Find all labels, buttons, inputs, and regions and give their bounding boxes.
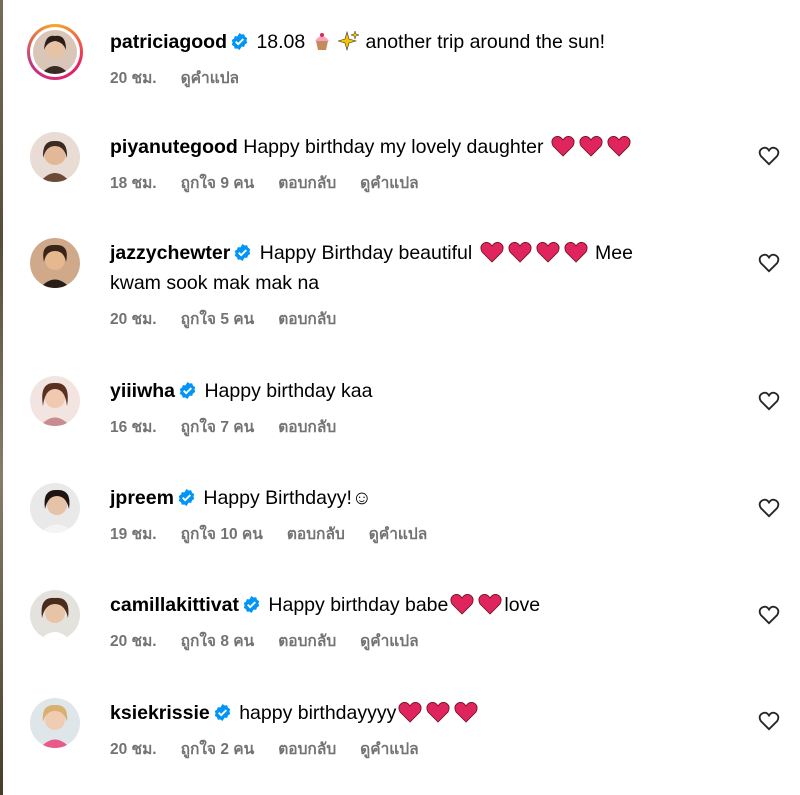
comment-text-after: love [504, 594, 541, 616]
reply-button[interactable]: ตอบกลับ [278, 311, 336, 328]
verified-badge-icon [214, 703, 230, 722]
red-heart-emoji-icon [579, 136, 603, 157]
verified-badge-icon [179, 381, 196, 400]
comment-time: 16 ชม. [110, 419, 157, 436]
translate-link[interactable]: ดูคำแปล [369, 526, 427, 543]
verified-badge-icon [178, 488, 195, 507]
comment-text-after: another trip around the sun! [365, 31, 606, 53]
reply-button[interactable]: ตอบกลับ [278, 741, 336, 758]
red-heart-emoji-icon [607, 136, 631, 157]
like-heart-icon[interactable] [758, 498, 780, 518]
username[interactable]: camillakittivat [110, 594, 239, 616]
translate-link[interactable]: ดูคำแปล [360, 741, 418, 758]
verified-badge-icon [235, 243, 251, 262]
username[interactable]: piyanutegood [110, 136, 238, 158]
comment-time: 20 ชม. [110, 741, 157, 758]
comment-text: Happy Birthdayy!☺ [203, 487, 372, 509]
sparkles-emoji-icon [338, 30, 360, 52]
red-heart-emoji-icon [551, 136, 575, 157]
translate-link[interactable]: ดูคำแปล [181, 70, 239, 87]
like-heart-icon[interactable] [758, 253, 780, 273]
like-heart-icon[interactable] [758, 391, 780, 411]
verified-badge-icon [231, 32, 248, 51]
avatar-jazzychewter[interactable] [30, 238, 80, 288]
avatar-camillakittivat[interactable] [30, 590, 80, 640]
comment-text: Happy birthday kaa [204, 380, 373, 402]
comment-time: 20 ชม. [110, 311, 157, 328]
avatar-piyanutegood[interactable] [30, 132, 80, 182]
cupcake-emoji-icon [314, 33, 329, 50]
reply-button[interactable]: ตอบกลับ [287, 526, 345, 543]
username[interactable]: jazzychewter [110, 242, 230, 264]
comment-time: 19 ชม. [110, 526, 157, 543]
comment-text-after: Mee [595, 242, 633, 264]
like-heart-icon[interactable] [758, 711, 780, 731]
red-heart-emoji-icon [398, 702, 422, 723]
likes-count[interactable]: ถูกใจ 2 คน [181, 741, 255, 758]
like-heart-icon[interactable] [758, 146, 780, 166]
red-heart-emoji-icon [454, 702, 478, 723]
red-heart-emoji-icon [536, 242, 560, 263]
comment-text: Happy birthday my lovely daughter [243, 136, 544, 158]
username[interactable]: jpreem [110, 487, 174, 509]
verified-badge-icon [243, 595, 260, 614]
red-heart-emoji-icon [450, 594, 474, 615]
comment-text: 18.08 [256, 31, 306, 53]
translate-link[interactable]: ดูคำแปล [360, 633, 418, 650]
comment-text: Happy Birthday beautiful [259, 242, 473, 264]
likes-count[interactable]: ถูกใจ 10 คน [181, 526, 263, 543]
username[interactable]: patriciagood [110, 31, 227, 53]
translate-link[interactable]: ดูคำแปล [360, 175, 418, 192]
username[interactable]: yiiiwha [110, 380, 175, 402]
red-heart-emoji-icon [478, 594, 502, 615]
avatar-ksiekrissie[interactable] [30, 698, 80, 748]
red-heart-emoji-icon [480, 242, 504, 263]
comment-text-line2: kwam sook mak mak na [110, 272, 320, 294]
reply-button[interactable]: ตอบกลับ [278, 633, 336, 650]
comment-time: 18 ชม. [110, 175, 157, 192]
reply-button[interactable]: ตอบกลับ [278, 419, 336, 436]
avatar-yiiiwha[interactable] [30, 376, 80, 426]
red-heart-emoji-icon [508, 242, 532, 263]
likes-count[interactable]: ถูกใจ 5 คน [181, 311, 255, 328]
username[interactable]: ksiekrissie [110, 702, 210, 724]
reply-button[interactable]: ตอบกลับ [278, 175, 336, 192]
red-heart-emoji-icon [564, 242, 588, 263]
like-heart-icon[interactable] [758, 605, 780, 625]
avatar-patriciagood[interactable] [27, 24, 83, 80]
comment-text: happy birthdayyyy [239, 702, 397, 724]
comment-time: 20 ชม. [110, 633, 157, 650]
likes-count[interactable]: ถูกใจ 7 คน [181, 419, 255, 436]
avatar-jpreem[interactable] [30, 483, 80, 533]
comment-time: 20 ชม. [110, 70, 157, 87]
comment-text: Happy birthday babe [268, 594, 449, 616]
background-edge [0, 0, 3, 795]
red-heart-emoji-icon [426, 702, 450, 723]
likes-count[interactable]: ถูกใจ 8 คน [181, 633, 255, 650]
likes-count[interactable]: ถูกใจ 9 คน [181, 175, 255, 192]
